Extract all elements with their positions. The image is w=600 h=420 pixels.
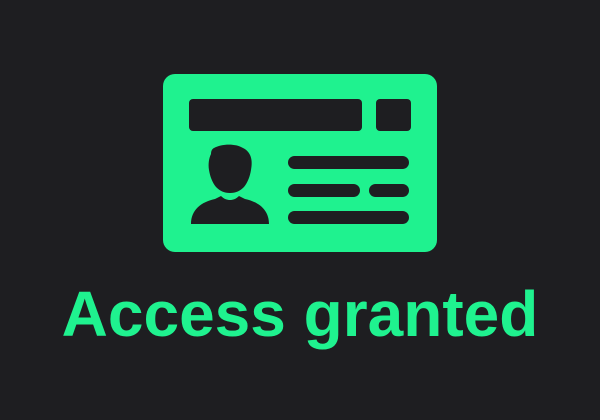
- id-card-icon: [163, 74, 437, 252]
- access-screen: Access granted: [0, 0, 600, 420]
- card-line-1: [288, 156, 409, 169]
- card-line-3: [288, 211, 409, 224]
- card-badge-square: [376, 99, 411, 131]
- card-line-2a: [288, 184, 360, 197]
- card-line-2b: [369, 184, 409, 197]
- status-message: Access granted: [61, 278, 539, 350]
- card-name-bar: [189, 99, 362, 131]
